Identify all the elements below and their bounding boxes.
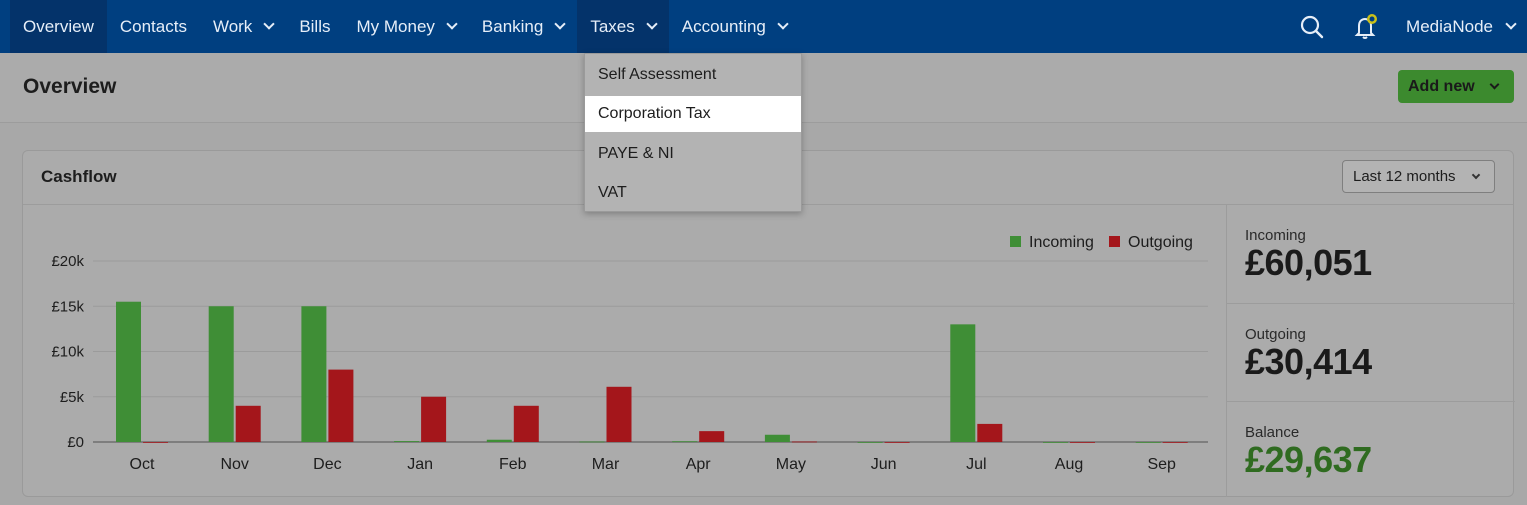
chevron-down-icon xyxy=(446,18,458,30)
period-select-value: Last 12 months xyxy=(1353,168,1456,185)
nav-item-my-money[interactable]: My Money xyxy=(343,0,468,53)
nav-item-label: Accounting xyxy=(681,16,766,36)
bar-outgoing-jul[interactable] xyxy=(977,423,1003,442)
bar-incoming-dec[interactable] xyxy=(301,306,327,442)
chevron-down-icon xyxy=(777,18,789,30)
bar-incoming-mar[interactable] xyxy=(579,441,605,443)
y-tick-label: £10k xyxy=(51,344,84,361)
balance-stat: Balance £29,637 xyxy=(1227,401,1515,499)
x-tick-label: Jul xyxy=(966,456,986,473)
bar-incoming-oct[interactable] xyxy=(116,301,141,442)
bar-incoming-feb[interactable] xyxy=(486,439,512,442)
chevron-down-icon xyxy=(646,18,658,30)
legend-outgoing-label: Outgoing xyxy=(1128,234,1193,251)
nav-item-contacts[interactable]: Contacts xyxy=(107,0,200,53)
x-tick-label: May xyxy=(776,456,806,473)
bar-outgoing-aug[interactable] xyxy=(1070,442,1095,443)
x-tick-label: Dec xyxy=(313,456,341,473)
x-tick-label: Jun xyxy=(871,456,897,473)
x-tick-label: Apr xyxy=(686,456,712,473)
y-tick-label: £20k xyxy=(51,253,84,270)
bar-outgoing-dec[interactable] xyxy=(328,369,354,442)
incoming-value: £60,051 xyxy=(1245,242,1372,283)
bar-outgoing-apr[interactable] xyxy=(699,431,725,442)
x-tick-label: Feb xyxy=(499,456,527,473)
outgoing-value: £30,414 xyxy=(1245,341,1372,382)
bar-outgoing-feb[interactable] xyxy=(513,405,539,442)
bar-incoming-jul[interactable] xyxy=(950,324,976,442)
chevron-down-icon xyxy=(1489,79,1500,90)
chevron-down-icon xyxy=(1471,170,1480,179)
x-tick-label: Jan xyxy=(407,456,433,473)
nav-item-label: Overview xyxy=(23,16,94,36)
balance-value: £29,637 xyxy=(1245,439,1372,480)
bar-outgoing-jan[interactable] xyxy=(421,396,447,442)
nav-item-label: Taxes xyxy=(590,16,635,36)
nav-item-label: Work xyxy=(212,16,253,36)
y-tick-label: £0 xyxy=(67,434,84,451)
taxes-menu-item-corporation-tax[interactable]: Corporation Tax xyxy=(585,96,801,132)
legend-incoming-swatch xyxy=(1010,236,1021,247)
bar-outgoing-jun[interactable] xyxy=(884,442,910,443)
cashflow-summary: Incoming £60,051 Outgoing £30,414 Balanc… xyxy=(1226,205,1515,499)
bar-outgoing-sep[interactable] xyxy=(1162,442,1188,443)
bar-outgoing-may[interactable] xyxy=(791,441,817,443)
bar-incoming-nov[interactable] xyxy=(208,306,234,442)
page-title: Overview xyxy=(23,75,117,98)
bell-icon[interactable] xyxy=(1346,0,1386,53)
search-icon[interactable] xyxy=(1292,0,1332,53)
y-tick-label: £15k xyxy=(51,298,84,315)
chevron-down-icon xyxy=(1505,18,1517,30)
bar-outgoing-mar[interactable] xyxy=(606,386,632,442)
nav-item-overview[interactable]: Overview xyxy=(10,0,107,53)
chevron-down-icon xyxy=(554,18,567,30)
taxes-menu-item-self-assessment[interactable]: Self Assessment xyxy=(585,57,801,93)
x-tick-label: Nov xyxy=(220,456,248,473)
taxes-menu-item-vat[interactable]: VAT xyxy=(585,175,801,211)
nav-right: MediaNode xyxy=(1292,0,1527,53)
nav-item-label: Contacts xyxy=(119,16,187,36)
bar-incoming-jun[interactable] xyxy=(857,442,883,443)
nav-item-taxes[interactable]: Taxes xyxy=(577,0,669,53)
bar-incoming-jan[interactable] xyxy=(394,441,420,442)
nav-item-label: My Money xyxy=(356,16,435,36)
user-name: MediaNode xyxy=(1406,16,1493,36)
x-tick-label: Sep xyxy=(1147,456,1176,473)
taxes-menu-item-paye-ni[interactable]: PAYE & NI xyxy=(585,136,801,172)
nav-item-bills[interactable]: Bills xyxy=(286,0,343,53)
y-tick-label: £5k xyxy=(60,389,85,406)
cashflow-chart: £0 £5k £10k £15k £20k Oct Nov Dec Jan Feb Mar Apr Ma… xyxy=(23,205,1226,497)
legend-outgoing-swatch xyxy=(1109,236,1120,247)
outgoing-stat: Outgoing £30,414 xyxy=(1227,303,1515,401)
top-nav: Overview Contacts Work Bills My Money Banking… xyxy=(0,0,1527,53)
x-tick-label: Oct xyxy=(130,456,155,473)
incoming-stat: Incoming £60,051 xyxy=(1227,205,1515,303)
user-menu[interactable]: MediaNode xyxy=(1406,16,1517,37)
nav-item-label: Banking xyxy=(481,16,544,36)
nav-item-banking[interactable]: Banking xyxy=(469,0,577,53)
nav-item-work[interactable]: Work xyxy=(200,0,286,53)
period-select[interactable]: Last 12 months xyxy=(1342,160,1495,193)
bar-outgoing-nov[interactable] xyxy=(235,405,261,442)
nav-item-label: Bills xyxy=(299,16,331,36)
x-tick-label: Mar xyxy=(592,456,620,473)
nav-item-accounting[interactable]: Accounting xyxy=(669,0,800,53)
bar-incoming-sep[interactable] xyxy=(1135,442,1161,443)
bar-incoming-apr[interactable] xyxy=(672,441,698,443)
taxes-dropdown: Self Assessment Corporation Tax PAYE & NI V… xyxy=(584,53,802,212)
bar-outgoing-oct[interactable] xyxy=(143,442,168,443)
chevron-down-icon xyxy=(263,18,275,30)
add-new-button[interactable]: Add new xyxy=(1398,70,1514,103)
bar-incoming-aug[interactable] xyxy=(1043,442,1068,443)
cashflow-chart-svg: £0 £5k £10k £15k £20k Oct Nov Dec Jan Feb Mar Apr Ma… xyxy=(51,234,1208,473)
legend-incoming-label: Incoming xyxy=(1029,234,1094,251)
bar-incoming-may[interactable] xyxy=(764,434,790,442)
add-new-label: Add new xyxy=(1408,77,1475,95)
x-tick-label: Aug xyxy=(1055,456,1083,473)
cashflow-title: Cashflow xyxy=(41,167,117,186)
